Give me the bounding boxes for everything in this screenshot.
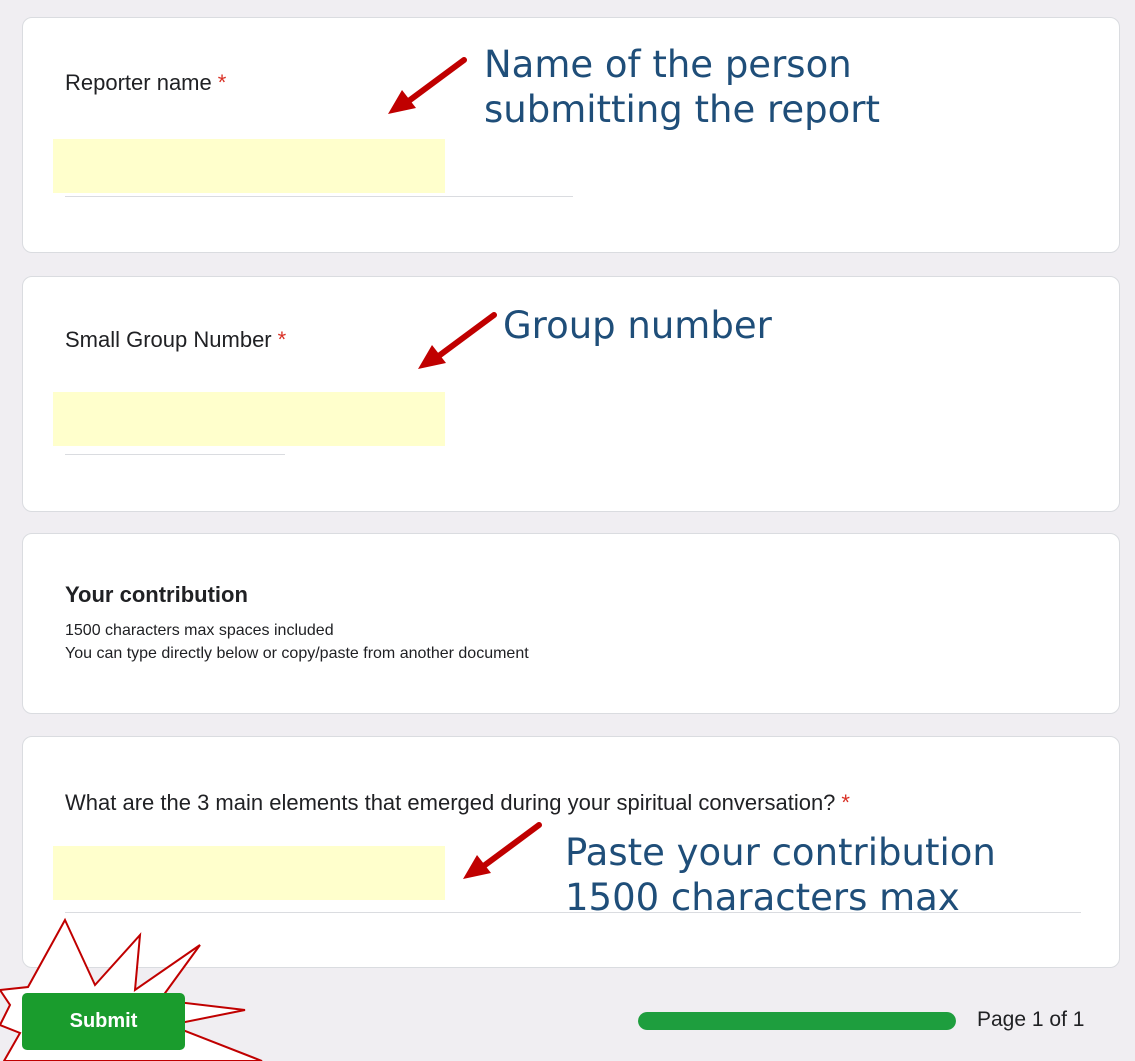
required-asterisk: * — [841, 790, 850, 815]
contribution-section-card: Your contribution 1500 characters max sp… — [22, 533, 1120, 714]
page-indicator: Page 1 of 1 — [977, 1008, 1085, 1031]
group-annotation-text: Group number — [503, 304, 772, 347]
reporter-name-label: Reporter name — [65, 70, 212, 95]
main-elements-question: What are the 3 main elements that emerge… — [65, 790, 850, 816]
reporter-annotation-line2: submitting the report — [484, 88, 881, 131]
required-asterisk: * — [277, 327, 287, 352]
red-arrow-icon — [388, 57, 467, 114]
contribution-annotation-line2: 1500 characters max — [565, 876, 960, 919]
reporter-name-underline — [65, 196, 573, 197]
reporter-name-input[interactable] — [53, 139, 445, 193]
group-number-underline — [65, 454, 285, 455]
contribution-annotation-line1: Paste your contribution — [565, 831, 996, 874]
contribution-annotation: Paste your contribution 1500 characters … — [565, 830, 996, 920]
section-title: Your contribution — [65, 582, 248, 607]
reporter-annotation-line1: Name of the person — [484, 43, 852, 86]
submit-button[interactable]: Submit — [22, 993, 185, 1050]
reporter-name-question: Reporter name * — [65, 70, 226, 96]
red-arrow-icon — [418, 312, 497, 369]
group-number-input[interactable] — [53, 392, 445, 446]
group-annotation: Group number — [503, 303, 772, 348]
section-description-line2: You can type directly below or copy/past… — [65, 645, 529, 662]
progress-bar — [638, 1012, 956, 1030]
main-elements-label: What are the 3 main elements that emerge… — [65, 790, 836, 815]
main-elements-input[interactable] — [53, 846, 445, 900]
reporter-annotation: Name of the person submitting the report — [484, 42, 880, 132]
progress-bar-fill — [638, 1012, 956, 1030]
red-arrow-icon — [463, 822, 542, 879]
group-number-label: Small Group Number — [65, 327, 272, 352]
required-asterisk: * — [217, 70, 227, 95]
section-description-line1: 1500 characters max spaces included — [65, 622, 334, 639]
group-number-question: Small Group Number * — [65, 327, 286, 353]
